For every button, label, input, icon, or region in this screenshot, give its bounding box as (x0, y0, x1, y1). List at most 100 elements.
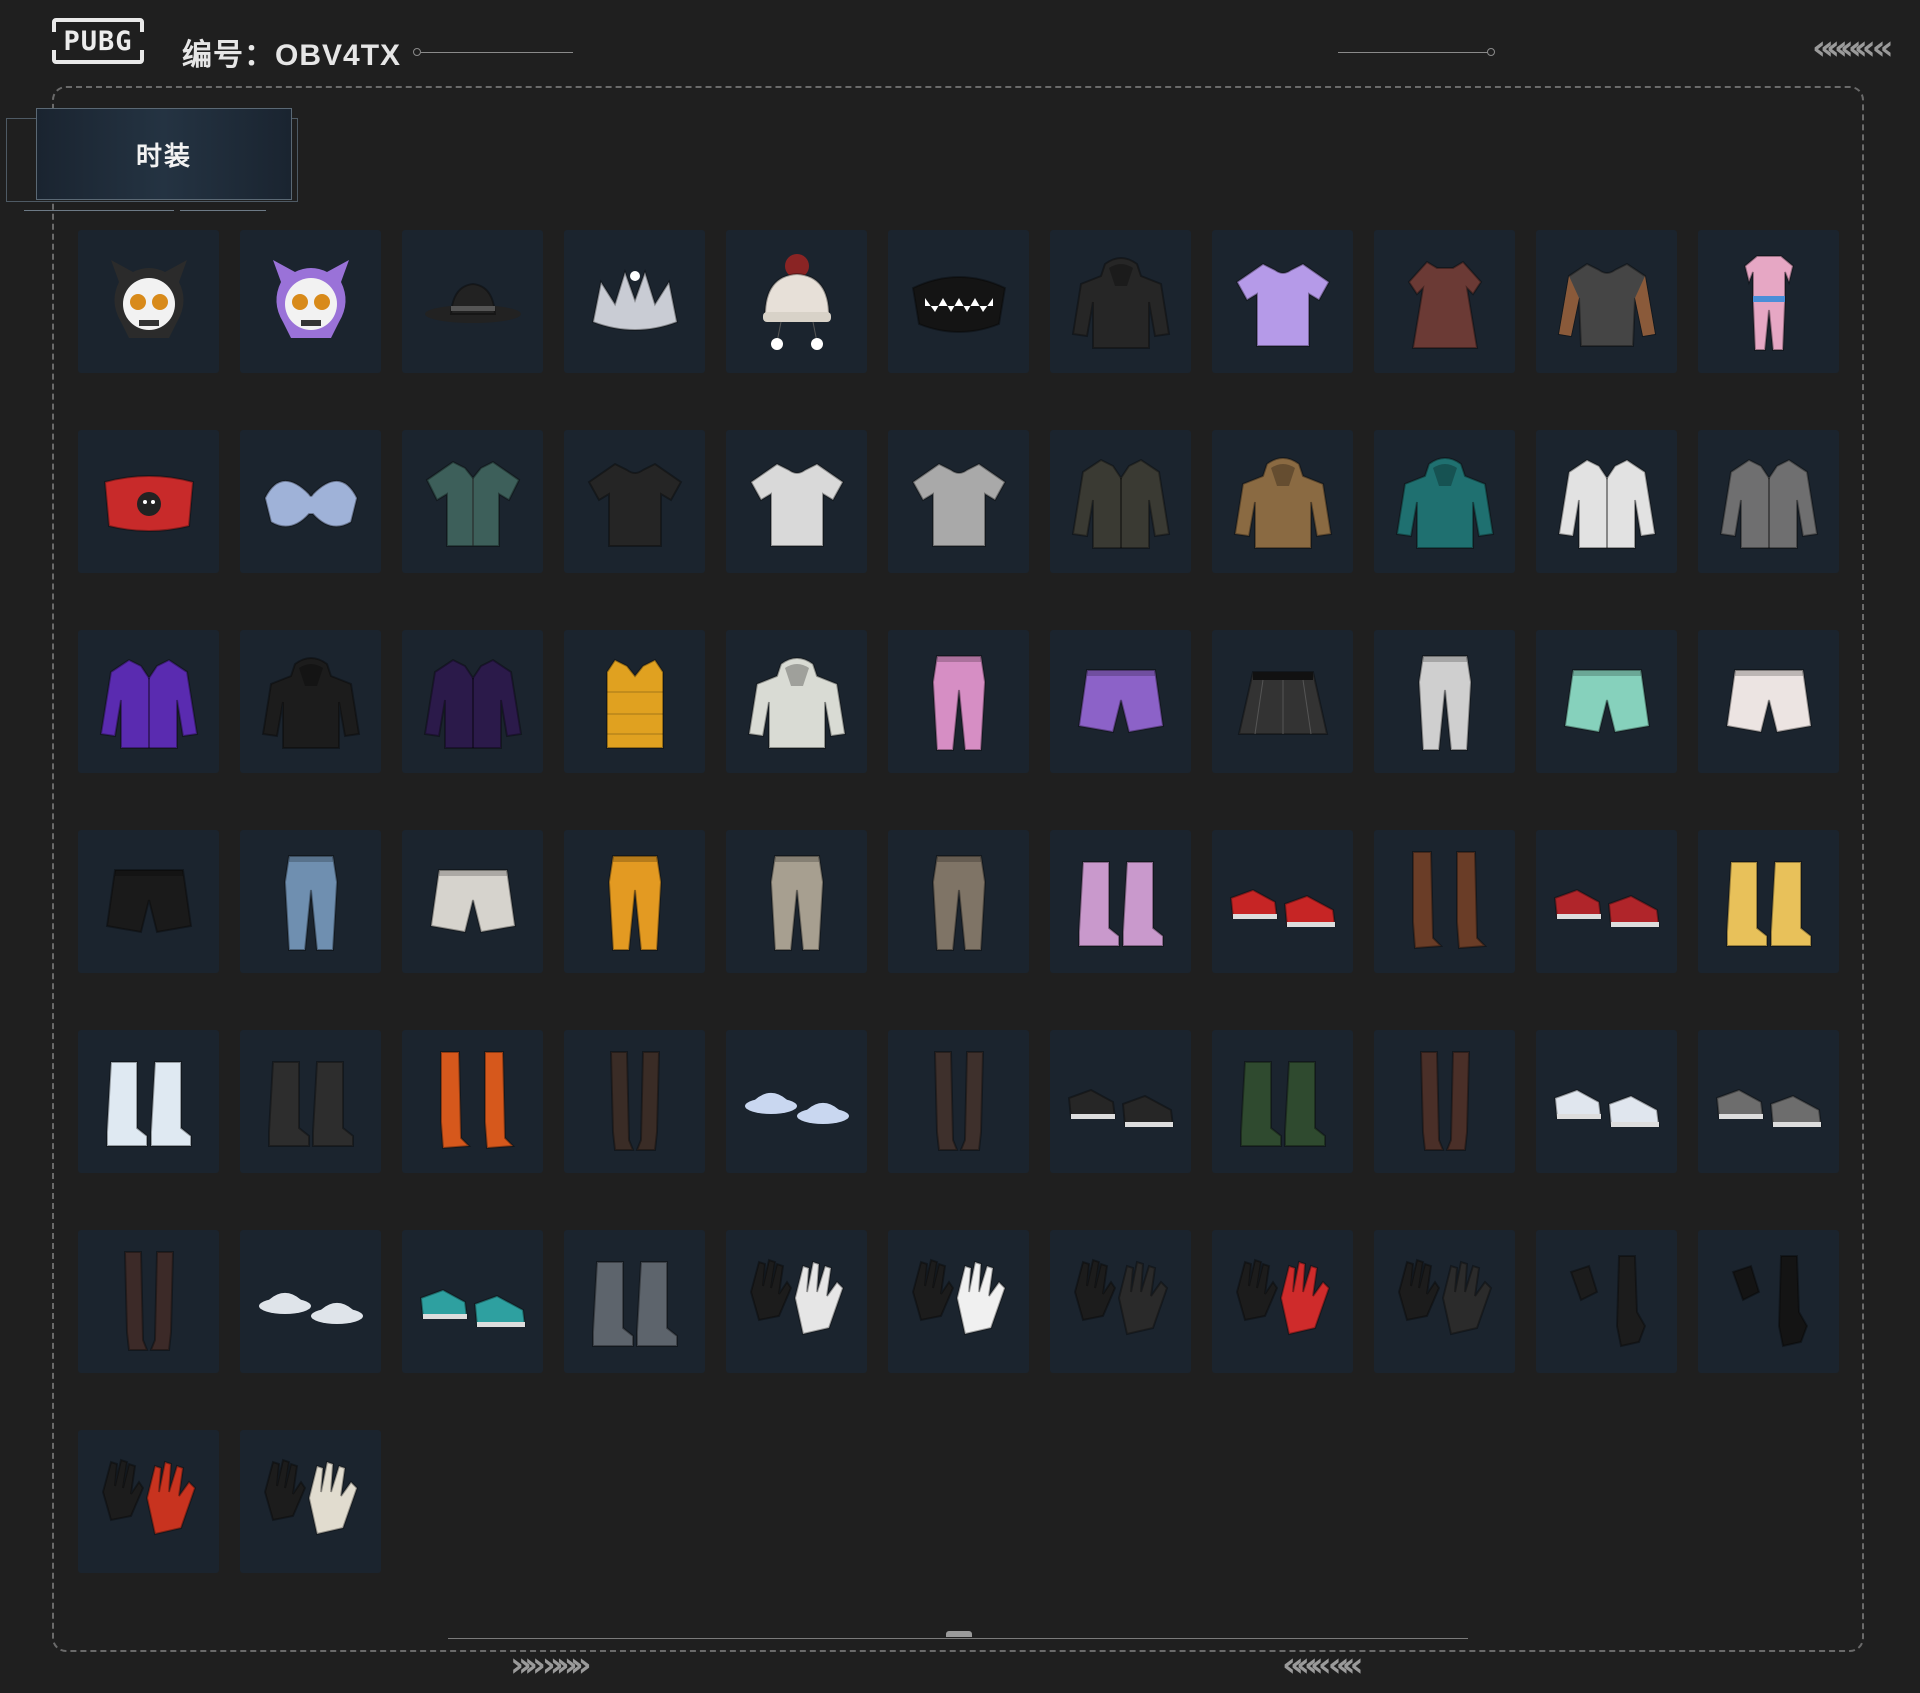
item-slot[interactable] (564, 630, 705, 773)
item-slot[interactable] (1536, 1030, 1677, 1173)
item-slot[interactable] (888, 1030, 1029, 1173)
item-slot[interactable] (240, 1230, 381, 1373)
item-slot[interactable] (726, 1030, 867, 1173)
red-white-gloves-icon (911, 1258, 1006, 1335)
item-slot[interactable] (402, 630, 543, 773)
item-slot[interactable] (1374, 1030, 1515, 1173)
tab-deco-underline-2 (180, 210, 266, 211)
black-fluffy-boots-icon (267, 1060, 354, 1147)
dog-ear-hoodie-icon (1233, 456, 1332, 549)
blue-floral-bra-icon (263, 479, 358, 527)
item-slot[interactable] (888, 830, 1029, 973)
item-slot[interactable] (564, 430, 705, 573)
item-slot[interactable] (1698, 630, 1839, 773)
item-slot[interactable] (1050, 1230, 1191, 1373)
item-slot[interactable] (726, 630, 867, 773)
item-slot[interactable] (402, 1230, 543, 1373)
item-slot[interactable] (240, 230, 381, 373)
item-slot[interactable] (726, 430, 867, 573)
item-slot[interactable] (1050, 430, 1191, 573)
red-fingerless-gloves-icon (1235, 1258, 1330, 1335)
item-slot[interactable] (78, 630, 219, 773)
item-slot[interactable] (888, 230, 1029, 373)
item-slot[interactable] (1212, 630, 1353, 773)
white-slides-icon (258, 1292, 363, 1324)
blue-sandals-icon (744, 1092, 849, 1124)
item-slot[interactable] (1050, 1030, 1191, 1173)
item-slot[interactable] (1536, 230, 1677, 373)
black-graphic-hoodie-icon (1071, 256, 1170, 349)
item-slot[interactable] (402, 430, 543, 573)
item-slot[interactable] (1698, 430, 1839, 573)
black-white-gloves-icon (749, 1258, 844, 1335)
item-slot[interactable] (1374, 830, 1515, 973)
item-slot[interactable] (1536, 430, 1677, 573)
item-slot[interactable] (726, 230, 867, 373)
leather-vest-jacket-icon (1071, 458, 1170, 549)
item-slot[interactable] (1050, 630, 1191, 773)
green-combat-boots-icon (1239, 1060, 1326, 1147)
item-slot[interactable] (78, 430, 219, 573)
item-slot[interactable] (78, 1430, 219, 1573)
item-slot[interactable] (1698, 1030, 1839, 1173)
black-leather-shorts-icon (105, 868, 192, 933)
item-slot[interactable] (78, 830, 219, 973)
item-slot[interactable] (888, 630, 1029, 773)
item-slot[interactable] (1374, 230, 1515, 373)
fedora-hat-icon (424, 282, 521, 323)
item-slot[interactable] (1374, 630, 1515, 773)
item-slot[interactable] (78, 1030, 219, 1173)
item-slot[interactable] (564, 830, 705, 973)
bottom-left-chevrons: »» »»» (510, 1645, 592, 1685)
item-slot[interactable] (726, 1230, 867, 1373)
item-slot[interactable] (564, 1030, 705, 1173)
grey-orange-jacket-icon (1719, 458, 1818, 549)
item-slot[interactable] (888, 430, 1029, 573)
item-slot[interactable] (564, 1230, 705, 1373)
item-slot[interactable] (1050, 230, 1191, 373)
pubg-logo: PUBG (50, 18, 146, 64)
skull-mask-black-icon (110, 259, 187, 338)
item-slot[interactable] (1536, 830, 1677, 973)
ripped-jeans-icon (283, 854, 338, 951)
item-slot[interactable] (1212, 230, 1353, 373)
item-slot[interactable] (1212, 430, 1353, 573)
orange-thigh-boots-icon (439, 1050, 515, 1149)
tattoo-sleeve-shirt-icon (1557, 262, 1656, 347)
item-slot[interactable] (240, 1430, 381, 1573)
item-slot[interactable] (1698, 230, 1839, 373)
bottom-scroll-handle[interactable] (946, 1631, 972, 1637)
item-slot[interactable] (1212, 1230, 1353, 1373)
item-slot[interactable] (1698, 1230, 1839, 1373)
item-slot[interactable] (78, 1230, 219, 1373)
black-arm-warmers-icon (1731, 1254, 1808, 1347)
item-slot[interactable] (1536, 1230, 1677, 1373)
serial-number: 编号：OBV4TX (182, 39, 402, 72)
item-slot[interactable] (240, 630, 381, 773)
item-slot[interactable] (564, 230, 705, 373)
cotton-work-gloves-icon (263, 1458, 358, 1535)
tab-fashion[interactable]: 时装 (36, 108, 292, 200)
item-slot[interactable] (402, 1030, 543, 1173)
item-slot[interactable] (1374, 430, 1515, 573)
sheer-stockings-boots-icon (123, 1250, 174, 1351)
item-slot[interactable] (402, 830, 543, 973)
item-slot[interactable] (1536, 630, 1677, 773)
item-slot[interactable] (726, 830, 867, 973)
red-sneakers-icon (1229, 888, 1336, 927)
item-slot[interactable] (402, 230, 543, 373)
gold-trim-gloves-icon (1397, 1258, 1492, 1335)
item-slot[interactable] (1050, 830, 1191, 973)
item-slot[interactable] (240, 1030, 381, 1173)
item-slot[interactable] (240, 830, 381, 973)
item-slot[interactable] (78, 230, 219, 373)
item-slot[interactable] (240, 430, 381, 573)
item-slot[interactable] (888, 1230, 1029, 1373)
item-slot[interactable] (1698, 830, 1839, 973)
item-slot[interactable] (1212, 1030, 1353, 1173)
item-slot[interactable] (1374, 1230, 1515, 1373)
item-slot[interactable] (1212, 830, 1353, 973)
teal-clogs-icon (419, 1288, 526, 1327)
grey-worn-boots-icon (591, 1260, 678, 1347)
fishnet-stockings-icon (609, 1050, 660, 1151)
